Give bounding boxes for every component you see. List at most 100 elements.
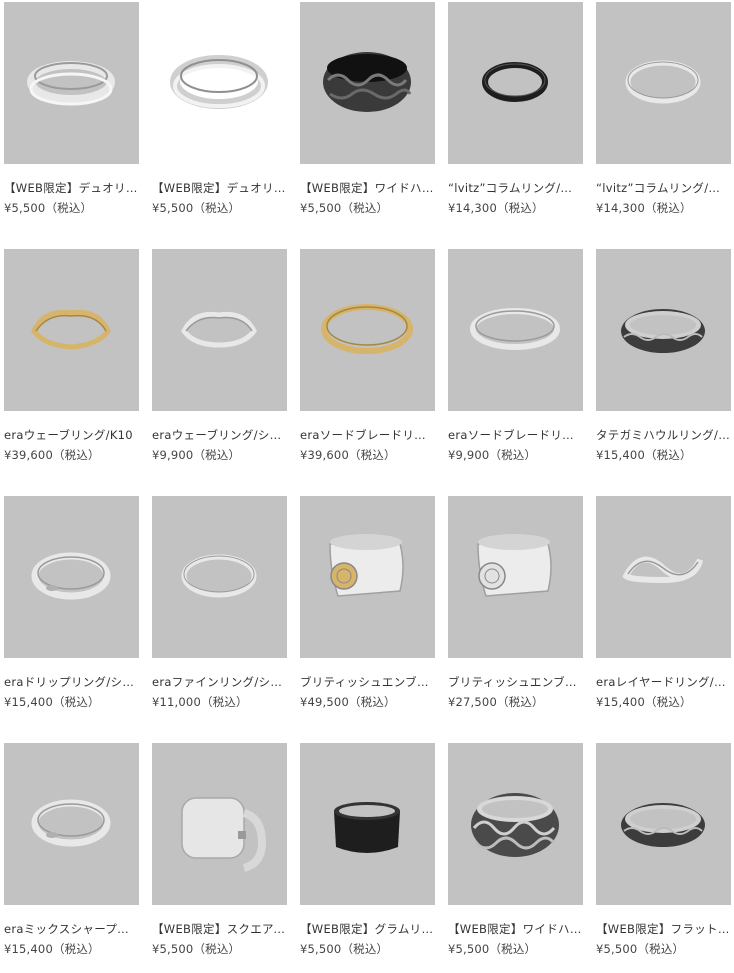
product-image[interactable] <box>596 743 731 905</box>
silver-engraved-wide-ring-icon <box>471 793 559 857</box>
product-name[interactable]: 【WEB限定】ワイドハウルリング/ブラック <box>300 181 435 195</box>
silver-drip-ring-icon <box>31 552 111 600</box>
product-card[interactable]: eraレイヤードリング/シルバー ¥15,400（税込） <box>596 496 731 709</box>
silver-thin-ring-icon <box>625 60 701 104</box>
silver-fine-ring-icon <box>181 554 257 598</box>
product-card[interactable]: “lvitz”コラムリング/ブラック ¥14,300（税込） <box>448 2 583 215</box>
product-card[interactable]: 【WEB限定】グラムリング/ブラック ¥5,500（税込） <box>300 743 435 956</box>
gold-blade-ring-icon <box>321 304 413 354</box>
product-price: ¥15,400（税込） <box>4 942 100 956</box>
product-image[interactable] <box>448 249 583 411</box>
product-image[interactable] <box>448 2 583 164</box>
product-price: ¥9,900（税込） <box>152 448 241 462</box>
product-price: ¥5,500（税込） <box>300 942 389 956</box>
product-card[interactable]: 【WEB限定】ワイドハウルリング/シルバー ¥5,500（税込） <box>448 743 583 956</box>
product-card[interactable]: eraソードブレードリング/K10 ¥39,600（税込） <box>300 249 435 462</box>
product-image[interactable] <box>152 249 287 411</box>
product-name[interactable]: “lvitz”コラムリング/ブラック <box>448 181 583 195</box>
product-card[interactable]: eraソードブレードリング/シルバー ¥9,900（税込） <box>448 249 583 462</box>
silver-emblem-signet-ring-icon <box>477 534 552 597</box>
silver-round-band-ring-icon <box>170 55 268 109</box>
product-image[interactable] <box>596 496 731 658</box>
product-image[interactable] <box>448 743 583 905</box>
product-name[interactable]: 【WEB限定】フラットハウルリング <box>596 922 731 936</box>
product-name[interactable]: 【WEB限定】デュオリングS/シルバー <box>4 181 139 195</box>
product-price: ¥9,900（税込） <box>448 448 537 462</box>
black-wide-band-ring-icon <box>334 802 400 853</box>
silver-mix-sharp-ring-icon <box>31 799 111 847</box>
product-name[interactable]: ブリティッシュエンブレムリング/K10 <box>300 675 435 689</box>
silver-blade-ring-icon <box>470 308 560 350</box>
product-name[interactable]: タテガミハウルリング/シルバー <box>596 428 731 442</box>
product-name[interactable]: eraウェーブリング/K10 <box>4 428 139 442</box>
product-price: ¥5,500（税込） <box>300 201 389 215</box>
product-name[interactable]: eraファインリング/シルバー <box>152 675 287 689</box>
product-name[interactable]: eraドリップリング/シルバー <box>4 675 139 689</box>
silver-flat-band-ring-icon <box>27 61 115 106</box>
product-card[interactable]: eraドリップリング/シルバー ¥15,400（税込） <box>4 496 139 709</box>
black-engraved-wide-ring-icon <box>323 52 412 112</box>
product-card[interactable]: 【WEB限定】デュオリングS/シルバー ¥5,500（税込） <box>4 2 139 215</box>
product-card[interactable]: 【WEB限定】フラットハウルリング ¥5,500（税込） <box>596 743 731 956</box>
product-price: ¥15,400（税込） <box>4 695 100 709</box>
product-price: ¥5,500（税込） <box>152 942 241 956</box>
product-name[interactable]: 【WEB限定】デュオリングL/シルバー <box>152 181 287 195</box>
product-image[interactable] <box>596 2 731 164</box>
product-image[interactable] <box>300 496 435 658</box>
product-price: ¥39,600（税込） <box>300 448 396 462</box>
silver-wave-ring-icon <box>181 311 257 348</box>
product-image[interactable] <box>4 496 139 658</box>
product-price: ¥14,300（税込） <box>596 201 692 215</box>
product-name[interactable]: 【WEB限定】ワイドハウルリング/シルバー <box>448 922 583 936</box>
product-price: ¥5,500（税込） <box>596 942 685 956</box>
product-card[interactable]: ブリティッシュエンブレムリング/シルバー ¥27,500（税込） <box>448 496 583 709</box>
product-image[interactable] <box>300 2 435 164</box>
product-price: ¥39,600（税込） <box>4 448 100 462</box>
product-image[interactable] <box>4 249 139 411</box>
product-price: ¥27,500（税込） <box>448 695 544 709</box>
product-image[interactable] <box>300 249 435 411</box>
black-thin-ring-icon <box>482 62 548 102</box>
product-name[interactable]: eraミックスシャープリング/シルバー <box>4 922 139 936</box>
product-price: ¥11,000（税込） <box>152 695 248 709</box>
product-image[interactable] <box>300 743 435 905</box>
product-price: ¥15,400（税込） <box>596 695 692 709</box>
product-image[interactable] <box>448 496 583 658</box>
product-image[interactable] <box>152 496 287 658</box>
product-card[interactable]: ブリティッシュエンブレムリング/K10 ¥49,500（税込） <box>300 496 435 709</box>
product-price: ¥5,500（税込） <box>152 201 241 215</box>
product-card[interactable]: 【WEB限定】スクエアシグネットリング ¥5,500（税込） <box>152 743 287 956</box>
product-card[interactable]: eraウェーブリング/K10 ¥39,600（税込） <box>4 249 139 462</box>
product-price: ¥5,500（税込） <box>4 201 93 215</box>
product-name[interactable]: eraソードブレードリング/K10 <box>300 428 435 442</box>
silver-flat-engraved-ring-icon <box>621 803 705 847</box>
product-name[interactable]: 【WEB限定】スクエアシグネットリング <box>152 922 287 936</box>
product-name[interactable]: ブリティッシュエンブレムリング/シルバー <box>448 675 583 689</box>
product-name[interactable]: eraウェーブリング/シルバー <box>152 428 287 442</box>
product-price: ¥14,300（税込） <box>448 201 544 215</box>
product-name[interactable]: “lvitz”コラムリング/シルバー <box>596 181 731 195</box>
product-image[interactable] <box>4 743 139 905</box>
silver-engraved-ring-icon <box>621 309 705 353</box>
product-card[interactable]: 【WEB限定】ワイドハウルリング/ブラック ¥5,500（税込） <box>300 2 435 215</box>
product-name[interactable]: 【WEB限定】グラムリング/ブラック <box>300 922 435 936</box>
product-card[interactable]: eraウェーブリング/シルバー ¥9,900（税込） <box>152 249 287 462</box>
product-card[interactable]: 【WEB限定】デュオリングL/シルバー ¥5,500（税込） <box>152 2 287 215</box>
product-name[interactable]: eraソードブレードリング/シルバー <box>448 428 583 442</box>
product-card[interactable]: タテガミハウルリング/シルバー ¥15,400（税込） <box>596 249 731 462</box>
product-image[interactable] <box>152 743 287 905</box>
product-card[interactable]: “lvitz”コラムリング/シルバー ¥14,300（税込） <box>596 2 731 215</box>
product-price: ¥49,500（税込） <box>300 695 396 709</box>
product-image[interactable] <box>152 2 287 164</box>
product-image[interactable] <box>596 249 731 411</box>
gold-emblem-signet-ring-icon <box>329 534 404 597</box>
product-name[interactable]: eraレイヤードリング/シルバー <box>596 675 731 689</box>
product-card[interactable]: eraファインリング/シルバー ¥11,000（税込） <box>152 496 287 709</box>
product-price: ¥15,400（税込） <box>596 448 692 462</box>
silver-layered-ring-icon <box>622 556 703 584</box>
product-image[interactable] <box>4 2 139 164</box>
product-card[interactable]: eraミックスシャープリング/シルバー ¥15,400（税込） <box>4 743 139 956</box>
gold-wave-ring-icon <box>31 309 111 350</box>
silver-square-signet-ring-icon <box>181 797 267 872</box>
product-price: ¥5,500（税込） <box>448 942 537 956</box>
